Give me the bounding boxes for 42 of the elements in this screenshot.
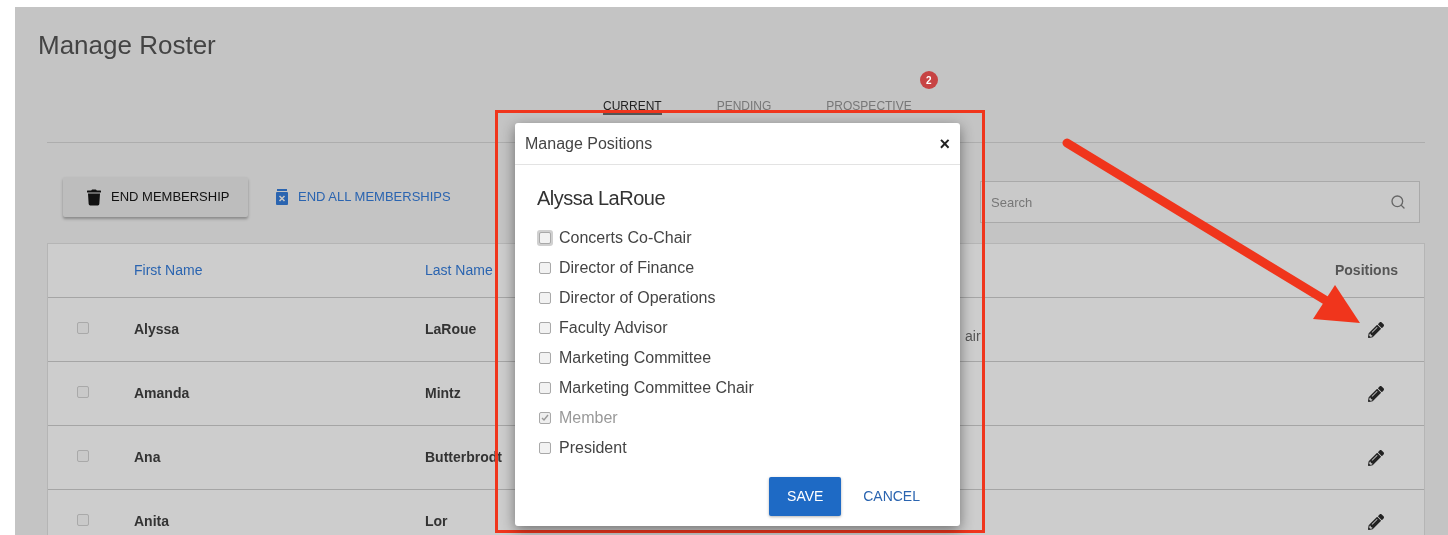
position-label: Member [559,408,618,428]
table-cell-text: Mintz [425,384,462,403]
table-cell-text: Lor [425,512,449,531]
checkbox[interactable] [77,514,89,526]
trash-icon [87,188,101,206]
search-field[interactable]: Search [980,181,1420,223]
modal-title: Manage Positions [525,133,653,154]
end-all-memberships-link[interactable]: END ALL MEMBERSHIPS [276,177,451,217]
check-icon [541,414,549,422]
cancel-button[interactable]: CANCEL [841,477,942,516]
table-cell-text: LaRoue [425,320,478,339]
table-cell-text: Ana [134,448,162,467]
position-label: Concerts Co-Chair [559,228,692,248]
edit-icon[interactable] [1368,385,1384,402]
count-badge: 2 [919,71,938,89]
member-name: Alyssa LaRoue [537,186,666,211]
close-button[interactable]: × [939,134,950,153]
position-label: Director of Operations [559,288,716,308]
position-label: Director of Finance [559,258,695,278]
page-title: Manage Roster [37,29,216,62]
table-cell-text: Anita [134,512,170,531]
checkbox[interactable] [77,322,89,334]
position-label: President [559,438,627,458]
table-cell-text: Amanda [134,384,191,403]
search-icon [1390,194,1406,210]
position-label: Marketing Committee [559,348,712,368]
checkbox[interactable] [77,450,89,462]
column-header[interactable]: First Name [134,260,425,281]
trash-x-icon [276,189,288,205]
checkbox[interactable] [77,386,89,398]
column-header[interactable]: Last Name [425,260,493,281]
position-label: Marketing Committee Chair [559,378,754,398]
position-label: Faculty Advisor [559,318,668,338]
edit-icon[interactable] [1368,321,1384,338]
edit-icon[interactable] [1368,449,1384,466]
end-membership-button[interactable]: END MEMBERSHIP [63,177,248,217]
save-button[interactable]: SAVE [769,477,842,516]
column-header: Positions [1335,261,1398,280]
tab[interactable]: CURRENT [603,99,662,115]
table-cell-text: air [965,327,981,346]
edit-icon[interactable] [1368,513,1384,530]
table-cell-text: Alyssa [134,320,181,339]
